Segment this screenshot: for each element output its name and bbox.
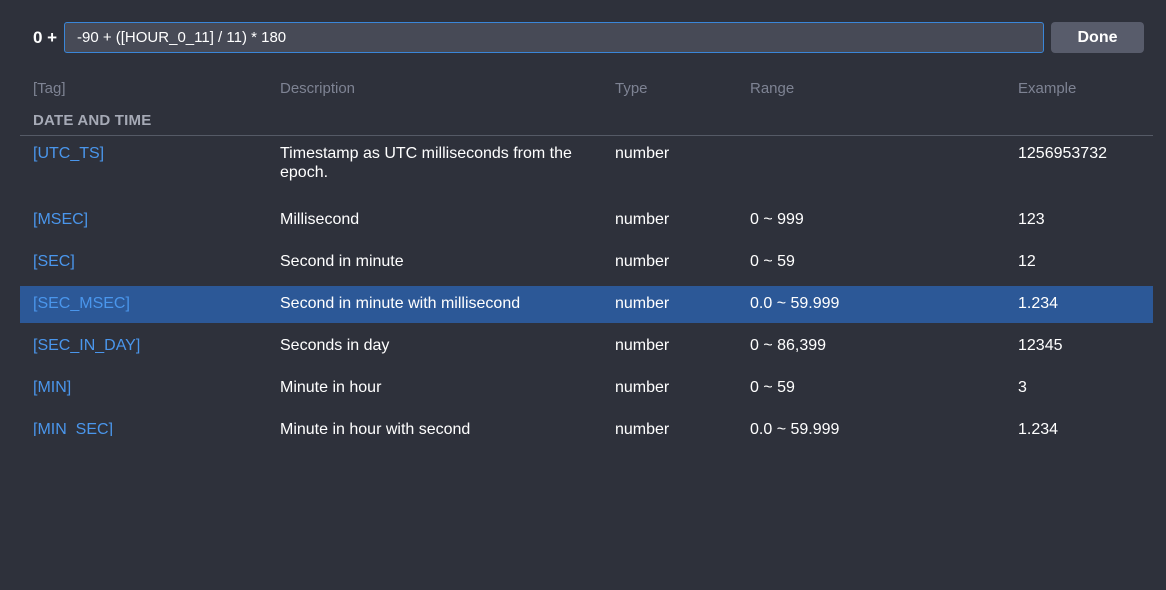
cell-type: number	[615, 337, 670, 354]
cell-description: Millisecond	[280, 211, 360, 228]
header-tag: [Tag]	[33, 80, 66, 97]
table-header: [Tag] Description Type Range Example	[20, 76, 1153, 104]
header-range: Range	[750, 80, 795, 97]
table-row[interactable]: [MSEC] Millisecond number 0 ~ 999 123	[20, 202, 1153, 244]
cell-tag[interactable]: [SEC]	[33, 252, 75, 271]
header-example: Example	[1018, 80, 1077, 97]
group-title: DATE AND TIME	[33, 112, 152, 129]
cell-example: 1.234	[1018, 295, 1059, 312]
table-row[interactable]: [UTC_TS] Timestamp as UTC milliseconds fr…	[20, 136, 1153, 202]
cell-example: 12	[1018, 253, 1036, 270]
cell-description: Second in minute	[280, 253, 404, 270]
cell-type: number	[615, 145, 670, 162]
expression-bar: 0 + Done	[0, 0, 1166, 76]
cell-type: number	[615, 211, 670, 228]
cell-example: 123	[1018, 211, 1045, 228]
table-row[interactable]: [MIN] Minute in hour number 0 ~ 59 3	[20, 370, 1153, 412]
cell-example: 1256953732	[1018, 145, 1107, 162]
table-row[interactable]: [SEC_IN_DAY] Seconds in day number 0 ~ 86,3…	[20, 328, 1153, 370]
table-row[interactable]: [SEC_MSEC] Second in minute with millisec…	[20, 286, 1153, 323]
cell-type: number	[615, 295, 670, 312]
cell-tag[interactable]: [SEC_MSEC]	[33, 294, 130, 313]
cell-type: number	[615, 421, 670, 436]
table-row[interactable]: [SEC] Second in minute number 0 ~ 59 12	[20, 244, 1153, 286]
cell-tag[interactable]: [SEC_IN_DAY]	[33, 336, 140, 355]
cell-tag[interactable]: [MIN]	[33, 378, 71, 397]
done-button[interactable]: Done	[1051, 22, 1144, 53]
cell-range: 0 ~ 86,399	[750, 337, 827, 354]
cell-tag[interactable]: [UTC_TS]	[33, 144, 104, 163]
cell-example: 1.234	[1018, 421, 1059, 436]
cell-range: 0.0 ~ 59.999	[750, 421, 840, 436]
cell-range: 0.0 ~ 59.999	[750, 295, 840, 312]
cell-range: 0 ~ 59	[750, 379, 795, 396]
cell-description: Second in minute with millisecond	[280, 295, 521, 312]
table-row[interactable]: [MIN_SEC] Minute in hour with second numbe…	[20, 412, 1153, 436]
header-type: Type	[615, 80, 648, 97]
cell-description: Timestamp as UTC milliseconds from the e…	[280, 145, 572, 181]
expression-input[interactable]	[64, 22, 1044, 53]
cell-description: Minute in hour	[280, 379, 382, 396]
cell-range: 0 ~ 999	[750, 211, 804, 228]
cell-range: 0 ~ 59	[750, 253, 795, 270]
cell-type: number	[615, 253, 670, 270]
cell-example: 3	[1018, 379, 1027, 396]
cell-description: Minute in hour with second	[280, 421, 471, 436]
cell-tag[interactable]: [MIN_SEC]	[33, 420, 113, 436]
cell-example: 12345	[1018, 337, 1063, 354]
expression-prefix: 0 +	[33, 28, 58, 47]
header-description: Description	[280, 80, 356, 97]
cell-tag[interactable]: [MSEC]	[33, 210, 88, 229]
cell-description: Seconds in day	[280, 337, 390, 354]
tag-reference-table[interactable]: [Tag] Description Type Range Example DAT…	[0, 76, 1166, 436]
cell-type: number	[615, 379, 670, 396]
